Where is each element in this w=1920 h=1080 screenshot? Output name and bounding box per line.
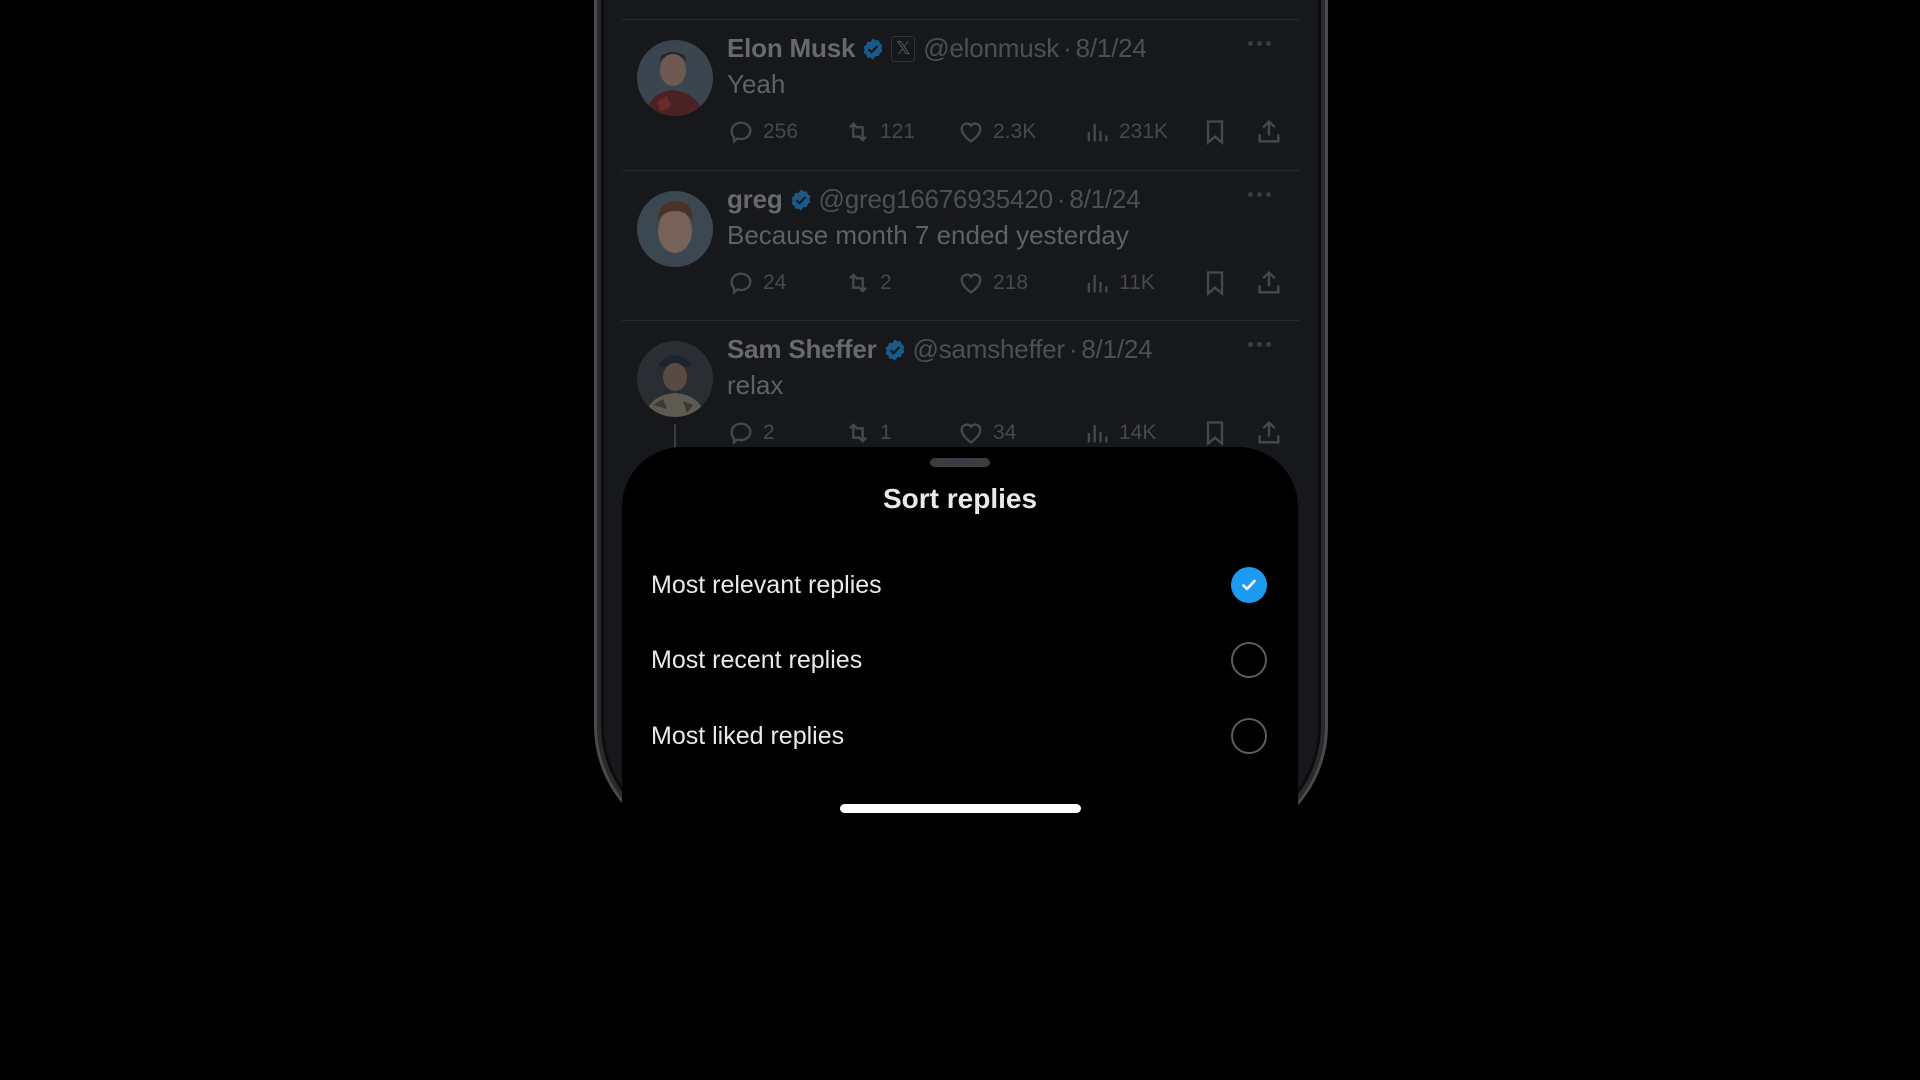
avatar[interactable] [637,341,713,417]
like-button[interactable]: 218 [957,269,1028,297]
tweet-actions: 2 1 34 14K [727,419,1287,449]
like-count: 2.3K [993,120,1037,143]
share-button[interactable] [1255,419,1283,447]
view-count: 231K [1119,120,1169,143]
views-button[interactable]: 14K [1083,419,1156,447]
share-icon [1258,270,1280,294]
more-options-icon[interactable] [1248,342,1271,347]
bookmark-icon [1206,120,1224,145]
home-indicator[interactable] [840,804,1081,813]
radio-unchecked-icon[interactable] [1231,718,1267,754]
avatar-image [637,341,713,417]
heart-icon [960,122,982,143]
tweet-elon-musk[interactable]: Elon Musk 𝕏 @elonmusk · 8/1/24 Yeah 256 [604,19,1318,169]
option-label: Most liked replies [651,721,845,750]
verified-badge-icon [863,38,883,59]
radio-checked-icon[interactable] [1231,567,1267,603]
avatar-image [637,40,713,116]
separator: · [1063,33,1072,63]
sheet-title: Sort replies [882,483,1038,514]
retweet-button[interactable]: 1 [844,419,892,447]
tweet-date[interactable]: 8/1/24 [1069,184,1140,215]
retweet-count: 121 [880,120,916,143]
author-name[interactable]: Elon Musk [727,33,855,64]
tweet-text: relax [727,370,784,400]
sheet-grabber-handle[interactable] [930,458,990,467]
tweet-header: Elon Musk 𝕏 @elonmusk · 8/1/24 [727,33,1147,64]
share-button[interactable] [1255,269,1283,297]
like-button[interactable]: 34 [957,419,1016,447]
reply-button[interactable]: 24 [727,269,786,297]
views-chart-icon [1087,123,1108,142]
verified-badge-icon [885,339,904,360]
bookmark-button[interactable] [1201,419,1229,447]
separator: · [1068,334,1078,364]
retweet-icon [849,423,867,443]
tweet-greg[interactable]: greg @greg16676935420 · 8/1/24 Because m… [604,170,1318,320]
tweet-date[interactable]: 8/1/24 [1081,334,1152,365]
separator: · [1056,184,1066,214]
tweet-header: Sam Sheffer @samsheffer · 8/1/24 [727,334,1153,365]
heart-icon [960,273,982,294]
share-icon [1258,119,1280,143]
tweet-text: Yeah [727,69,786,99]
option-most-liked[interactable]: Most liked replies [622,698,1298,774]
reply-count: 24 [763,271,787,294]
view-count: 11K [1119,271,1155,294]
retweet-icon [849,122,867,142]
x-affiliate-badge-icon: 𝕏 [891,35,916,62]
author-name[interactable]: greg [727,184,783,215]
more-options-icon[interactable] [1248,192,1271,197]
retweet-count: 2 [880,271,892,294]
tweet-text: Because month 7 ended yesterday [727,220,1129,250]
view-count: 14K [1119,421,1157,444]
share-icon [1258,420,1280,444]
views-button[interactable]: 231K [1083,118,1168,146]
tweet-header: greg @greg16676935420 · 8/1/24 [727,184,1141,215]
reply-icon [730,272,752,295]
option-label: Most relevant replies [651,570,882,599]
author-name[interactable]: Sam Sheffer [727,334,877,365]
reply-icon [730,422,752,445]
tweet-actions: 24 2 218 11K [727,269,1287,299]
bookmark-button[interactable] [1201,118,1229,146]
sort-replies-sheet: Sort replies Most relevant replies Most … [622,447,1298,847]
author-handle[interactable]: @elonmusk [923,33,1059,64]
views-chart-icon [1087,274,1108,293]
verified-badge-icon [791,189,810,210]
like-count: 34 [993,421,1017,444]
avatar[interactable] [637,40,713,116]
retweet-icon [849,273,867,293]
share-button[interactable] [1255,118,1283,146]
author-handle[interactable]: @samsheffer [913,334,1066,365]
bookmark-button[interactable] [1201,269,1229,297]
heart-icon [960,423,982,444]
author-handle[interactable]: @greg16676935420 [819,184,1053,215]
bookmark-icon [1206,271,1224,296]
reply-button[interactable]: 256 [727,118,798,146]
reply-button[interactable]: 2 [727,419,775,447]
bookmark-icon [1206,421,1224,446]
option-most-relevant[interactable]: Most relevant replies [622,547,1298,623]
tweet-date[interactable]: 8/1/24 [1076,33,1147,64]
tweet-actions: 256 121 2.3K 231K [727,118,1287,148]
like-count: 218 [993,271,1029,294]
views-button[interactable]: 11K [1083,269,1155,297]
views-chart-icon [1087,424,1108,443]
retweet-button[interactable]: 2 [844,269,892,297]
option-most-recent[interactable]: Most recent replies [622,622,1298,698]
more-options-icon[interactable] [1248,41,1271,46]
reply-icon [730,121,752,144]
retweet-count: 1 [880,421,892,444]
avatar-image [637,191,713,267]
option-label: Most recent replies [651,645,863,674]
like-button[interactable]: 2.3K [957,118,1036,146]
avatar[interactable] [637,191,713,267]
reply-count: 2 [763,421,775,444]
reply-count: 256 [763,120,799,143]
retweet-button[interactable]: 121 [844,118,915,146]
radio-unchecked-icon[interactable] [1231,642,1267,678]
